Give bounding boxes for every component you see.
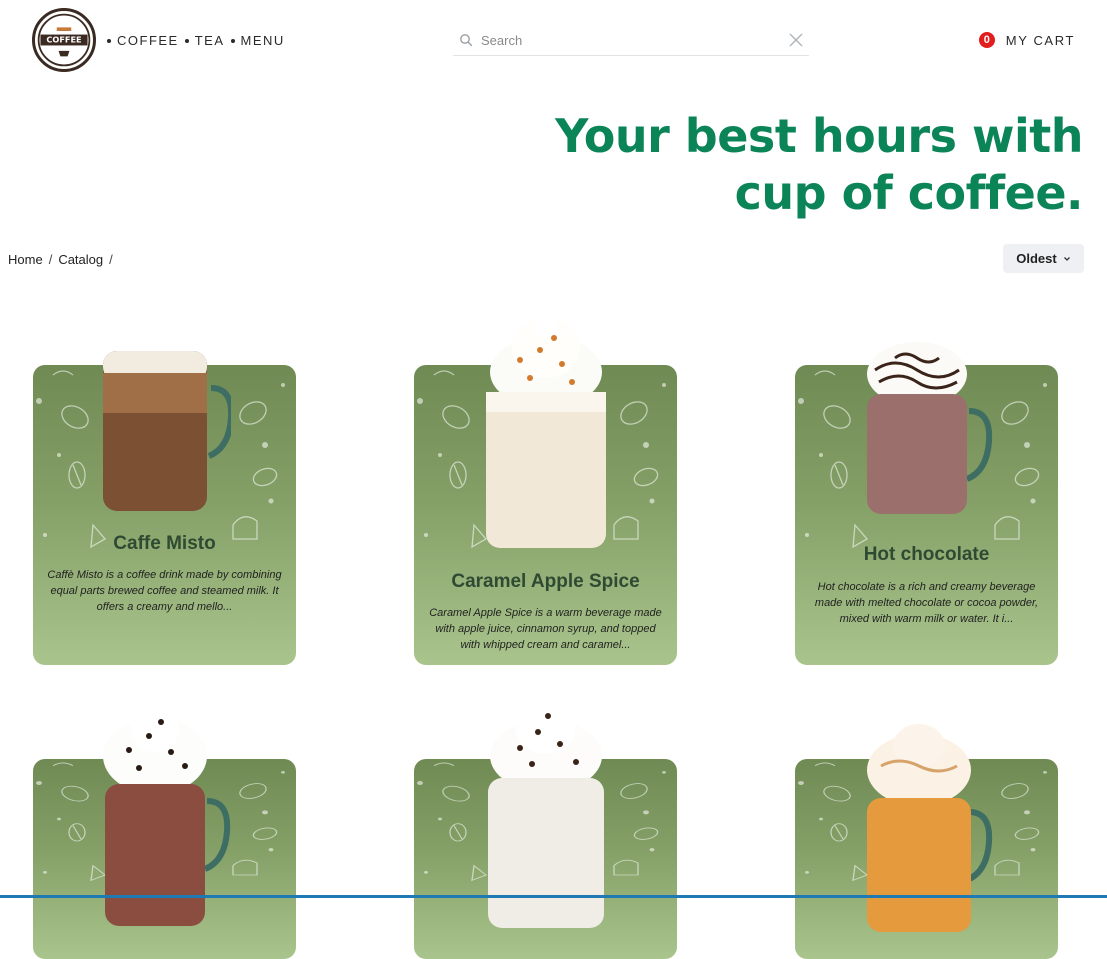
latte-mug-icon[interactable]: [99, 343, 235, 520]
search-icon: [460, 34, 473, 47]
hero-line-1: Your best hours with: [555, 109, 1083, 163]
caramel-mug-icon[interactable]: [861, 722, 993, 937]
search-input[interactable]: [481, 30, 771, 50]
chevron-down-icon: [1063, 256, 1070, 261]
breadcrumb-catalog[interactable]: Catalog: [58, 252, 103, 267]
cart-button[interactable]: 0 MY CART: [978, 32, 1075, 48]
svg-text:COFFEE: COFFEE: [46, 35, 81, 45]
nav-bullet-icon: [107, 38, 111, 43]
main-nav: COFFEE TEA MENU: [107, 33, 291, 48]
cart-label: MY CART: [1005, 32, 1075, 48]
product-description: Hot chocolate is a rich and creamy bever…: [814, 581, 1039, 625]
search-bar: [453, 26, 809, 56]
nav-link-tea[interactable]: TEA: [195, 33, 225, 48]
product-description: Caffè Misto is a coffee drink made by co…: [47, 569, 282, 613]
breadcrumb: Home / Catalog /: [8, 252, 113, 267]
close-icon[interactable]: [789, 33, 803, 47]
product-title[interactable]: Caramel Apple Spice: [414, 571, 677, 593]
cart-count-badge: 0: [978, 32, 995, 48]
nav-link-coffee[interactable]: COFFEE: [117, 33, 179, 48]
breadcrumb-separator: /: [109, 252, 113, 267]
nav-bullet-icon: [230, 38, 235, 43]
whipped-glass-icon[interactable]: [480, 312, 612, 557]
product-title[interactable]: Hot chocolate: [795, 544, 1058, 566]
product-title[interactable]: Caffe Misto: [33, 533, 296, 555]
hero-heading: Your best hours with cup of coffee.: [555, 108, 1083, 222]
site-header: COFFEE COFFEE TEA MENU 0 MY CART: [0, 0, 1107, 82]
coffee-logo[interactable]: COFFEE: [32, 8, 96, 72]
nav-bullet-icon: [184, 38, 189, 43]
sort-dropdown[interactable]: Oldest: [1003, 244, 1084, 273]
product-description: Caramel Apple Spice is a warm beverage m…: [429, 607, 662, 651]
breadcrumb-separator: /: [48, 252, 53, 267]
hero-line-2: cup of coffee.: [734, 166, 1084, 220]
chocolate-mug-icon[interactable]: [861, 336, 993, 523]
nav-link-menu[interactable]: MENU: [241, 33, 285, 48]
sort-label: Oldest: [1016, 251, 1057, 266]
breadcrumb-home[interactable]: Home: [8, 252, 43, 267]
